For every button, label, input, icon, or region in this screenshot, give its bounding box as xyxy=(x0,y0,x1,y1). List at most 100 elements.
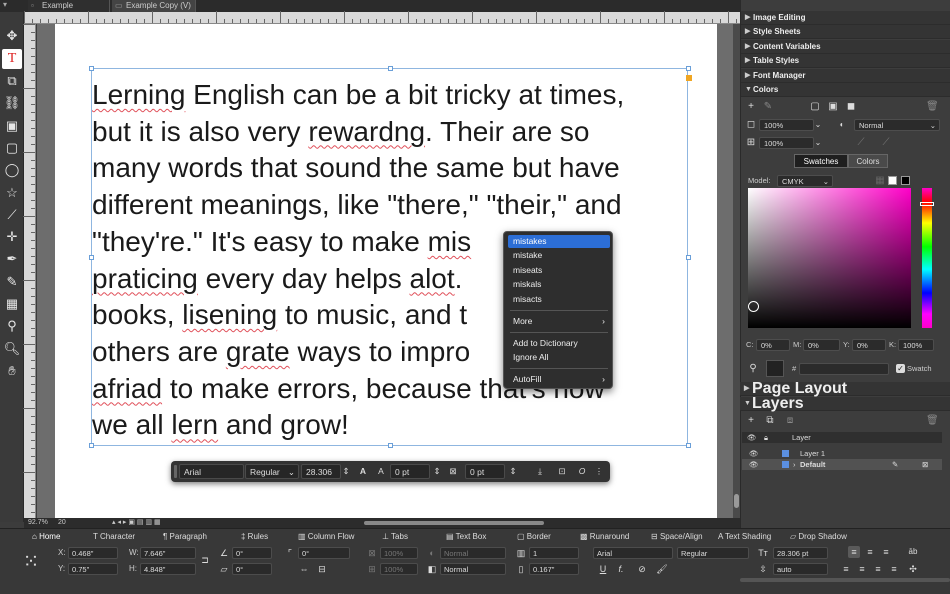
add-layer-icon[interactable]: + xyxy=(745,415,757,427)
text-effects-icon[interactable]: ⊘ xyxy=(636,563,648,575)
vertical-scrollbar[interactable] xyxy=(733,24,740,518)
star-tool-icon[interactable]: ☆ xyxy=(2,183,22,203)
frame-color-icon[interactable]: ▢ xyxy=(809,101,821,113)
misspelled-word[interactable]: mis xyxy=(428,226,472,257)
tab-rules[interactable]: ‡ Rules xyxy=(241,531,268,543)
misspelled-word[interactable]: grate xyxy=(226,336,290,367)
vertical-align-icon[interactable]: ✣ xyxy=(906,563,920,575)
add-color-icon[interactable]: + xyxy=(745,101,757,113)
text-shade-icon[interactable]: A xyxy=(374,464,388,479)
align-right-icon[interactable]: ≡ xyxy=(880,546,892,558)
misspelled-word[interactable]: praticing xyxy=(92,263,198,294)
leading-field[interactable]: auto xyxy=(773,563,828,575)
pen-tool-icon[interactable]: ✒ xyxy=(2,249,22,269)
section-layers[interactable]: ▼ Layers xyxy=(740,396,950,412)
color-model-select[interactable]: CMYK ⌄ xyxy=(777,175,833,187)
tab-menu-icon[interactable]: ▾ xyxy=(3,0,7,9)
tab-colors[interactable]: Colors xyxy=(848,154,888,168)
suggestion-item[interactable]: miseats xyxy=(508,264,610,277)
fit-box-icon[interactable]: ⊡ xyxy=(555,464,569,479)
eyedropper-icon[interactable]: ⚲ xyxy=(747,363,759,375)
duplicate-layer-icon[interactable]: ⧉ xyxy=(764,415,776,427)
font-color-icon[interactable]: A xyxy=(356,464,370,479)
section-content-variables[interactable]: ▶ Content Variables xyxy=(741,40,950,54)
image-opacity-field[interactable]: 100% xyxy=(380,547,418,559)
font-size-field[interactable]: 28.306 xyxy=(301,464,341,479)
rectangle-tool-icon[interactable]: ▢ xyxy=(2,138,22,158)
suggestion-item[interactable]: misacts xyxy=(508,293,610,306)
edit-layer-icon[interactable]: ✎ xyxy=(892,459,898,470)
y-position-field[interactable]: 0.75" xyxy=(68,563,118,575)
layer-options-icon[interactable]: ⊠ xyxy=(922,459,928,470)
tab-column-flow[interactable]: ▥ Column Flow xyxy=(298,531,354,543)
tab-border[interactable]: ▢ Border xyxy=(517,531,551,543)
canvas-area[interactable]: Lerning English can be a bit tricky at t… xyxy=(37,24,733,518)
horizontal-scrollbar-thumb[interactable] xyxy=(364,521,544,525)
grid-view-icon[interactable]: ▦ xyxy=(874,175,886,187)
more-menu-item[interactable]: More › xyxy=(508,315,610,328)
more-options-icon[interactable]: ⋮ xyxy=(594,464,604,479)
bezier-tool-icon[interactable]: ✛ xyxy=(2,227,22,247)
font-family-select[interactable]: Arial xyxy=(179,464,244,479)
resize-handle[interactable] xyxy=(686,66,691,71)
section-font-manager[interactable]: ▶ Font Manager xyxy=(741,69,950,83)
document-page[interactable]: Lerning English can be a bit tricky at t… xyxy=(55,24,717,518)
text-direction-icon[interactable]: āb xyxy=(906,546,920,558)
page-number[interactable]: 20 xyxy=(58,519,66,526)
hue-slider-thumb[interactable] xyxy=(920,202,934,206)
merge-layer-icon[interactable]: ⧈ xyxy=(784,415,796,427)
horizontal-ruler[interactable] xyxy=(24,11,740,24)
stepper-icon[interactable]: ⇕ xyxy=(341,464,351,479)
chevron-down-icon[interactable]: ⌄ xyxy=(814,137,822,149)
panel-scrollbar[interactable] xyxy=(740,578,950,582)
line-tool-icon[interactable]: ⟋ xyxy=(2,205,22,225)
yellow-field[interactable]: 0% xyxy=(852,339,886,351)
resize-handle[interactable] xyxy=(388,66,393,71)
suggestion-item[interactable]: mistake xyxy=(508,249,610,262)
zoom-tool-icon[interactable]: 🔍︎ xyxy=(2,339,22,359)
text-style-brush-icon[interactable]: 🖌︎ xyxy=(656,563,668,575)
rotation-field[interactable]: 0° xyxy=(232,547,272,559)
tracking-field[interactable]: 0 pt xyxy=(390,464,430,479)
cyan-field[interactable]: 0% xyxy=(756,339,790,351)
chevron-right-icon[interactable]: › xyxy=(793,459,796,470)
ellipse-tool-icon[interactable]: ◯ xyxy=(2,160,22,180)
flip-horizontal-icon[interactable]: ⇔ xyxy=(298,563,310,575)
blend-mode-select[interactable]: Normal ⌄ xyxy=(854,119,940,131)
layer-row[interactable]: 👁︎ Layer 1 xyxy=(742,448,942,459)
x-position-field[interactable]: 0.468" xyxy=(68,547,118,559)
text-line[interactable]: Lerning English can be a bit tricky at t… xyxy=(92,77,692,114)
section-table-styles[interactable]: ▶ Table Styles xyxy=(741,54,950,68)
visibility-icon[interactable]: 👁︎ xyxy=(749,459,759,470)
drag-handle[interactable] xyxy=(174,465,177,478)
hand-tool-icon[interactable]: ✋︎ xyxy=(2,361,22,381)
font-function-icon[interactable]: f. xyxy=(615,563,627,575)
text-line[interactable]: different meanings, like "there," "their… xyxy=(92,187,692,224)
text-line[interactable]: many words that sound the same but have xyxy=(92,150,692,187)
delete-color-icon[interactable]: 🗑︎ xyxy=(926,101,939,113)
white-swatch[interactable] xyxy=(888,176,897,185)
gradient-icon[interactable]: ⟋ xyxy=(855,137,867,149)
text-line[interactable]: but it is also very rewardng. Their are … xyxy=(92,114,692,151)
align-center-icon[interactable]: ≡ xyxy=(864,546,876,558)
box-opacity-field[interactable]: 100% xyxy=(380,563,418,575)
misspelled-word[interactable]: Lerning xyxy=(92,79,185,110)
constrain-link-icon[interactable]: ⊐ xyxy=(200,554,210,566)
background-color-icon[interactable]: ◼ xyxy=(845,101,857,113)
section-colors[interactable]: ▼ Colors xyxy=(741,83,950,97)
italic-icon[interactable]: O xyxy=(575,464,589,479)
stroke-opacity-field[interactable]: 100% xyxy=(759,137,814,149)
tab-tabs[interactable]: ⊥ Tabs xyxy=(382,531,408,543)
fill-opacity-field[interactable]: 100% xyxy=(759,119,814,131)
scrollbar-thumb[interactable] xyxy=(734,494,739,508)
eyedropper-tool-icon[interactable]: ⚲ xyxy=(2,316,22,336)
magenta-field[interactable]: 0% xyxy=(803,339,840,351)
tab-example[interactable]: ▫ Example xyxy=(28,0,110,12)
resize-handle[interactable] xyxy=(89,66,94,71)
stepper-icon[interactable]: ⇕ xyxy=(431,464,443,479)
tab-example-copy[interactable]: ▭ Example Copy (V) xyxy=(112,0,196,12)
image-box-tool-icon[interactable]: ▣ xyxy=(2,116,22,136)
tab-runaround[interactable]: ▩ Runaround xyxy=(580,531,629,543)
flip-vertical-icon[interactable]: ⊟ xyxy=(316,563,328,575)
baseline-shift-field[interactable]: 0 pt xyxy=(465,464,505,479)
